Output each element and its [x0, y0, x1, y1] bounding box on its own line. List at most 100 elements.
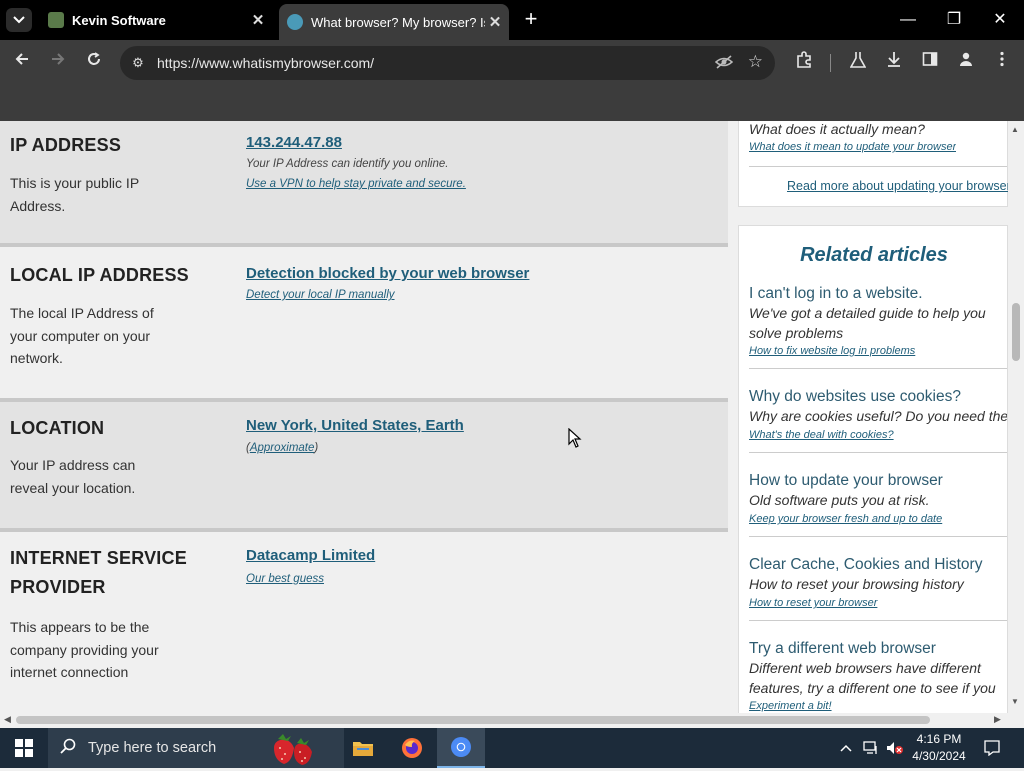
new-tab-button[interactable]: + [520, 8, 542, 32]
best-guess-link[interactable]: Our best guess [246, 573, 324, 585]
article-divider [749, 452, 1007, 453]
article-title[interactable]: Try a different web browser [749, 639, 1007, 659]
chevron-up-icon [840, 744, 852, 752]
article-title[interactable]: Clear Cache, Cookies and History [749, 555, 1007, 575]
toolbar-divider [830, 54, 831, 72]
firefox-icon [402, 738, 422, 758]
section-label-line2: PROVIDER [10, 577, 106, 597]
detect-local-ip-link[interactable]: Detect your local IP manually [246, 289, 395, 301]
url-text[interactable]: https://www.whatismybrowser.com/ [157, 55, 374, 71]
section-label: LOCAL IP ADDRESS [10, 265, 189, 285]
related-articles-title: Related articles [800, 244, 948, 266]
system-clock[interactable]: 4:16 PM 4/30/2024 [906, 731, 972, 765]
menu-button[interactable] [990, 51, 1014, 75]
scroll-left-icon[interactable]: ◀ [4, 714, 11, 725]
update-meaning-link[interactable]: What does it mean to update your browser [749, 141, 956, 153]
ip-address-value[interactable]: 143.244.47.88 [246, 134, 342, 151]
back-button[interactable] [10, 51, 34, 75]
kebab-menu-icon [1000, 51, 1004, 67]
clock-date: 4/30/2024 [912, 749, 966, 763]
show-hidden-icons-button[interactable] [836, 728, 856, 768]
isp-value[interactable]: Datacamp Limited [246, 547, 375, 564]
downloads-button[interactable] [882, 51, 906, 75]
close-icon[interactable]: ✕ [248, 11, 268, 29]
location-section: LOCATION Your IP address can reveal your… [0, 402, 728, 528]
close-icon[interactable]: ✕ [485, 13, 505, 31]
article-title[interactable]: I can't log in to a website. [749, 284, 1007, 304]
article-item[interactable]: I can't log in to a website. We've got a… [749, 284, 1007, 357]
tab-strip: Kevin Software ✕ What browser? My browse… [0, 0, 1024, 40]
article-link[interactable]: Experiment a bit! [749, 700, 1007, 712]
search-placeholder: Type here to search [88, 740, 217, 756]
download-icon [888, 52, 900, 67]
vertical-scrollbar[interactable]: ▲ ▼ [1008, 121, 1024, 713]
chrome-icon [451, 737, 471, 757]
article-link[interactable]: How to fix website log in problems [749, 345, 1007, 357]
update-browser-card: What does it actually mean? What does it… [738, 121, 1009, 207]
vpn-link[interactable]: Use a VPN to help stay private and secur… [246, 178, 466, 190]
article-title[interactable]: Why do websites use cookies? [749, 387, 1007, 407]
chrome-app[interactable] [437, 728, 485, 768]
vertical-scroll-thumb[interactable] [1012, 303, 1020, 361]
location-value[interactable]: New York, United States, Earth [246, 417, 464, 434]
ip-address-section: IP ADDRESS This is your public IP Addres… [0, 121, 728, 243]
tab-title: Kevin Software [72, 12, 166, 28]
local-ip-value[interactable]: Detection blocked by your web browser [246, 265, 529, 282]
search-icon [60, 738, 76, 759]
article-link[interactable]: How to reset your browser [749, 597, 1007, 609]
detection-results: IP ADDRESS This is your public IP Addres… [0, 121, 728, 713]
file-explorer-app[interactable] [339, 728, 387, 768]
notifications-button[interactable] [980, 728, 1004, 768]
extensions-button[interactable] [792, 51, 816, 75]
article-item[interactable]: Clear Cache, Cookies and History How to … [749, 555, 1007, 609]
horizontal-scroll-thumb[interactable] [16, 716, 930, 724]
tab-title: What browser? My browser? Is [311, 14, 485, 30]
tab-whatismybrowser[interactable]: What browser? My browser? Is ✕ [279, 4, 509, 40]
firefox-app[interactable] [388, 728, 436, 768]
windows-taskbar: Type here to search 4:16 PM 4/30/2024 [0, 728, 1024, 768]
article-item[interactable]: How to update your browser Old software … [749, 471, 1007, 525]
horizontal-scrollbar[interactable]: ◀ ▶ [0, 713, 1008, 727]
volume-button[interactable] [884, 728, 906, 768]
side-panel-button[interactable] [918, 51, 942, 75]
scroll-right-icon[interactable]: ▶ [994, 714, 1001, 725]
tab-kevin-software[interactable]: Kevin Software ✕ [40, 6, 272, 34]
bookmark-star-icon[interactable]: ☆ [748, 52, 763, 72]
article-desc: How to reset your browsing history [749, 576, 964, 592]
read-more-link[interactable]: Read more about updating your browser [787, 179, 1009, 193]
network-button[interactable] [860, 728, 882, 768]
paren-close: ) [314, 442, 319, 454]
reload-button[interactable] [82, 51, 106, 75]
isp-section: INTERNET SERVICE PROVIDER This appears t… [0, 532, 728, 713]
section-label: IP ADDRESS [10, 135, 122, 155]
location-approx: (Approximate) [246, 442, 318, 454]
folder-icon [353, 742, 373, 756]
scroll-down-icon[interactable]: ▼ [1011, 697, 1019, 706]
window-close-button[interactable]: ✕ [978, 6, 1022, 34]
start-button[interactable] [0, 728, 48, 768]
forward-button[interactable] [46, 51, 70, 75]
profile-button[interactable] [954, 51, 978, 75]
address-bar[interactable]: ⚙ https://www.whatismybrowser.com/ ☆ [120, 46, 775, 80]
section-description: This appears to be the company providing… [10, 619, 159, 680]
article-link[interactable]: What's the deal with cookies? [749, 429, 1007, 441]
approximate-link[interactable]: Approximate [250, 442, 315, 454]
article-title[interactable]: How to update your browser [749, 471, 1007, 491]
minimize-button[interactable]: — [886, 6, 930, 34]
article-link[interactable]: Keep your browser fresh and up to date [749, 513, 1007, 525]
flask-icon [849, 52, 867, 68]
article-desc: Old software puts you at risk. [749, 492, 930, 508]
taskbar-search[interactable]: Type here to search [48, 728, 344, 768]
notification-icon [984, 740, 1000, 756]
speaker-muted-icon [887, 742, 903, 754]
network-icon [863, 741, 877, 754]
scroll-up-icon[interactable]: ▲ [1011, 125, 1019, 134]
article-item[interactable]: Try a different web browser Different we… [749, 639, 1007, 712]
section-description: The local IP Address of your computer on… [10, 305, 154, 366]
eye-slash-icon[interactable] [714, 54, 734, 73]
restore-button[interactable]: ❐ [932, 6, 976, 34]
article-item[interactable]: Why do websites use cookies? Why are coo… [749, 387, 1007, 441]
labs-button[interactable] [846, 51, 870, 75]
tab-search-button[interactable] [6, 8, 32, 32]
site-info-icon[interactable]: ⚙ [129, 54, 147, 72]
